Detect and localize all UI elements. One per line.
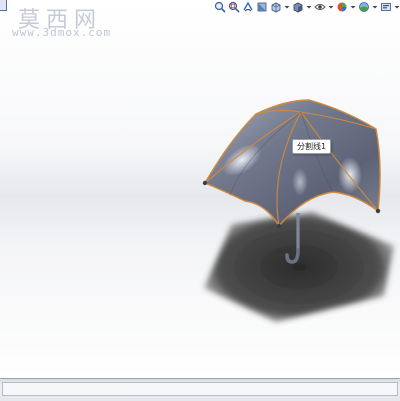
umbrella-model[interactable]	[0, 0, 400, 378]
status-bar	[0, 378, 400, 401]
status-bar-panel	[2, 382, 398, 396]
feature-callout[interactable]: 分割线1	[292, 139, 332, 154]
graphics-viewport[interactable]: 莫西网 www.3dmox.com 分割线1	[0, 0, 400, 378]
